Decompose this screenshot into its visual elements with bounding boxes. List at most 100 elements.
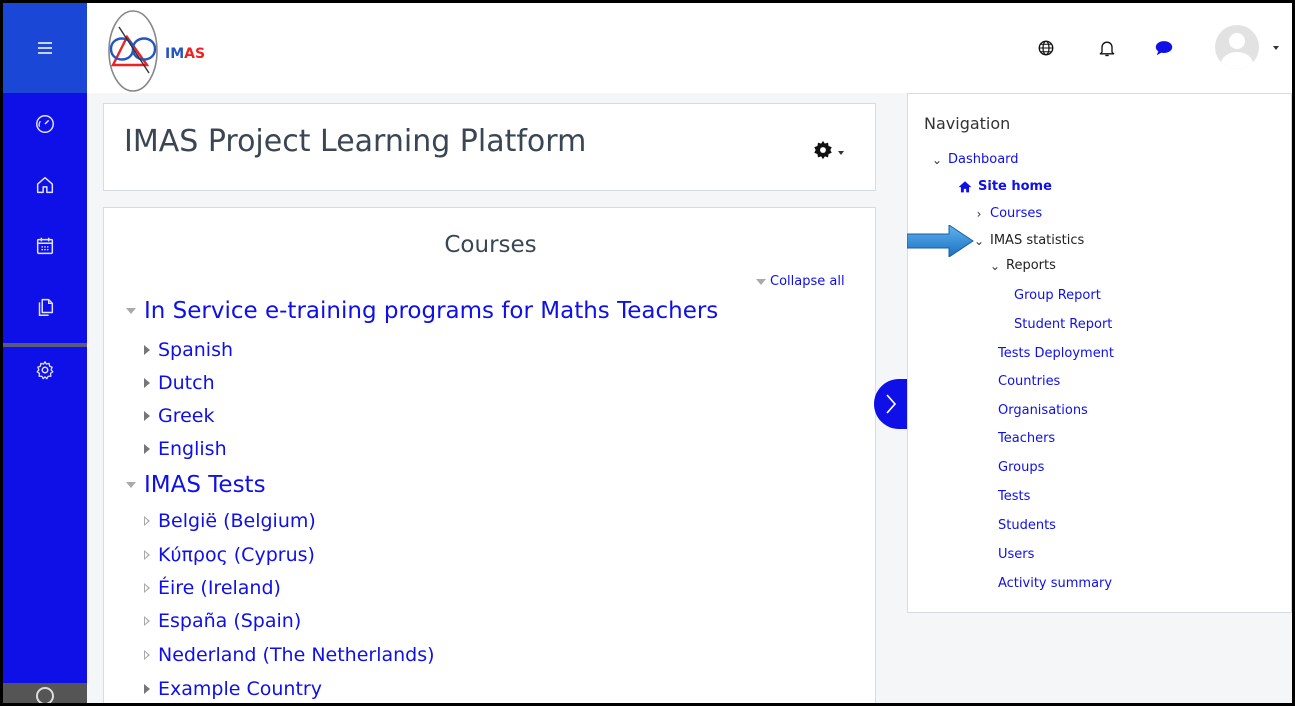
nav-organisations[interactable]: Organisations	[998, 403, 1088, 418]
settings-icon[interactable]	[30, 355, 60, 385]
gear-caret-icon	[838, 151, 844, 155]
category-in-service[interactable]: In Service e-training programs for Maths…	[126, 298, 718, 324]
nav-activity-summary[interactable]: Activity summary	[998, 576, 1112, 591]
collapse-all-label: Collapse all	[770, 274, 845, 289]
course-label: Dutch	[158, 372, 215, 394]
settings-menu-button[interactable]	[812, 138, 846, 162]
chevron-right-icon	[886, 394, 897, 414]
nav-label: Tests	[998, 489, 1031, 504]
collapsed-triangle-icon	[144, 345, 150, 355]
courses-card: Courses Collapse all In Service e-traini…	[103, 207, 876, 703]
app-window: IMAS IMAS Project Learning Platform Cour…	[3, 3, 1292, 703]
course-spanish[interactable]: Spanish	[144, 339, 233, 361]
menu-toggle-button[interactable]	[3, 3, 87, 93]
rail-divider	[3, 343, 87, 347]
empty-triangle-icon	[144, 650, 150, 660]
course-label: Spanish	[158, 339, 234, 361]
nav-label: IMAS statistics	[990, 233, 1085, 248]
page-title: IMAS Project Learning Platform	[124, 124, 587, 159]
nav-users[interactable]: Users	[998, 547, 1034, 562]
expanded-triangle-icon	[126, 308, 136, 314]
collapsed-triangle-icon	[144, 444, 150, 454]
main-region: IMAS Project Learning Platform Courses C…	[87, 93, 907, 703]
nav-student-report[interactable]: Student Report	[1014, 317, 1112, 332]
nav-groups[interactable]: Groups	[998, 460, 1044, 475]
dashboard-icon[interactable]	[30, 109, 60, 139]
nav-site-home[interactable]: Site home	[958, 179, 1052, 194]
collapsed-triangle-icon	[144, 684, 150, 694]
collapse-all-link[interactable]: Collapse all	[756, 274, 845, 289]
collapsed-triangle-icon	[144, 378, 150, 388]
empty-triangle-icon	[144, 516, 150, 526]
course-label: België (Belgium)	[158, 510, 316, 532]
nav-dashboard[interactable]: ⌄ Dashboard	[932, 152, 1019, 167]
chevron-down-icon: ⌄	[990, 258, 1001, 273]
rail-footer	[3, 683, 87, 703]
top-header: IMAS	[87, 3, 1292, 93]
course-ireland[interactable]: Éire (Ireland)	[144, 577, 281, 599]
course-label: Greek	[158, 405, 215, 427]
nav-label: Student Report	[1014, 317, 1113, 332]
navigation-block: Navigation ⌄ Dashboard Site home › Courses…	[907, 93, 1292, 613]
logo-text: IMAS	[165, 46, 205, 62]
files-icon[interactable]	[30, 292, 60, 322]
logo-text-suffix: AS	[184, 46, 206, 62]
nav-tests[interactable]: Tests	[998, 489, 1030, 504]
nav-label: Site home	[978, 179, 1052, 194]
nav-label: Students	[998, 518, 1056, 533]
gear-icon	[814, 140, 832, 160]
calendar-icon[interactable]	[30, 231, 60, 261]
course-example-country[interactable]: Example Country	[144, 678, 322, 700]
category-imas-tests[interactable]: IMAS Tests	[126, 472, 266, 498]
course-cyprus[interactable]: Κύπρος (Cyprus)	[144, 544, 315, 566]
left-rail	[3, 3, 87, 703]
course-english[interactable]: English	[144, 438, 227, 460]
hamburger-icon	[38, 47, 52, 49]
collapsed-triangle-icon	[144, 411, 150, 421]
nav-label: Countries	[998, 374, 1061, 389]
chat-icon[interactable]	[1153, 37, 1175, 59]
empty-triangle-icon	[144, 550, 150, 560]
course-label: Κύπρος (Cyprus)	[158, 544, 315, 566]
home-icon	[958, 181, 972, 193]
category-label: IMAS Tests	[144, 472, 266, 498]
nav-reports[interactable]: ⌄ Reports	[990, 258, 1056, 273]
user-circle-icon[interactable]	[36, 687, 54, 703]
course-dutch[interactable]: Dutch	[144, 372, 215, 394]
category-label: In Service e-training programs for Maths…	[144, 298, 719, 324]
nav-label: Users	[998, 547, 1035, 562]
nav-group-report[interactable]: Group Report	[1014, 288, 1101, 303]
nav-students[interactable]: Students	[998, 518, 1056, 533]
nav-countries[interactable]: Countries	[998, 374, 1060, 389]
nav-tests-deployment[interactable]: Tests Deployment	[998, 346, 1114, 361]
nav-imas-statistics[interactable]: ⌄ IMAS statistics	[974, 233, 1084, 248]
chevron-right-icon: ›	[976, 206, 982, 221]
nav-label: Groups	[998, 460, 1045, 475]
course-label: Nederland (The Netherlands)	[158, 644, 435, 666]
nav-label: Organisations	[998, 403, 1088, 418]
nav-teachers[interactable]: Teachers	[998, 431, 1055, 446]
nav-label: Reports	[1006, 258, 1056, 273]
home-icon[interactable]	[30, 170, 60, 200]
course-belgium[interactable]: België (Belgium)	[144, 510, 316, 532]
nav-label: Group Report	[1014, 288, 1101, 303]
imas-logo[interactable]	[105, 7, 165, 93]
course-netherlands[interactable]: Nederland (The Netherlands)	[144, 644, 435, 666]
course-greek[interactable]: Greek	[144, 405, 215, 427]
user-menu-caret-icon[interactable]	[1273, 46, 1279, 50]
nav-label: Activity summary	[998, 576, 1113, 591]
avatar[interactable]	[1215, 25, 1259, 69]
navigation-title: Navigation	[924, 114, 1011, 133]
nav-label: Teachers	[998, 431, 1056, 446]
globe-icon[interactable]	[1035, 37, 1057, 59]
course-label: English	[158, 438, 227, 460]
nav-courses[interactable]: › Courses	[974, 206, 1043, 221]
courses-heading: Courses	[444, 232, 537, 258]
course-label: España (Spain)	[158, 610, 302, 632]
right-drawer: Navigation ⌄ Dashboard Site home › Courses…	[907, 93, 1292, 703]
course-spain[interactable]: España (Spain)	[144, 610, 301, 632]
nav-label: Dashboard	[948, 152, 1019, 167]
nav-label: Tests Deployment	[998, 346, 1115, 361]
logo-text-prefix: IM	[165, 46, 185, 62]
bell-icon[interactable]	[1096, 37, 1118, 59]
